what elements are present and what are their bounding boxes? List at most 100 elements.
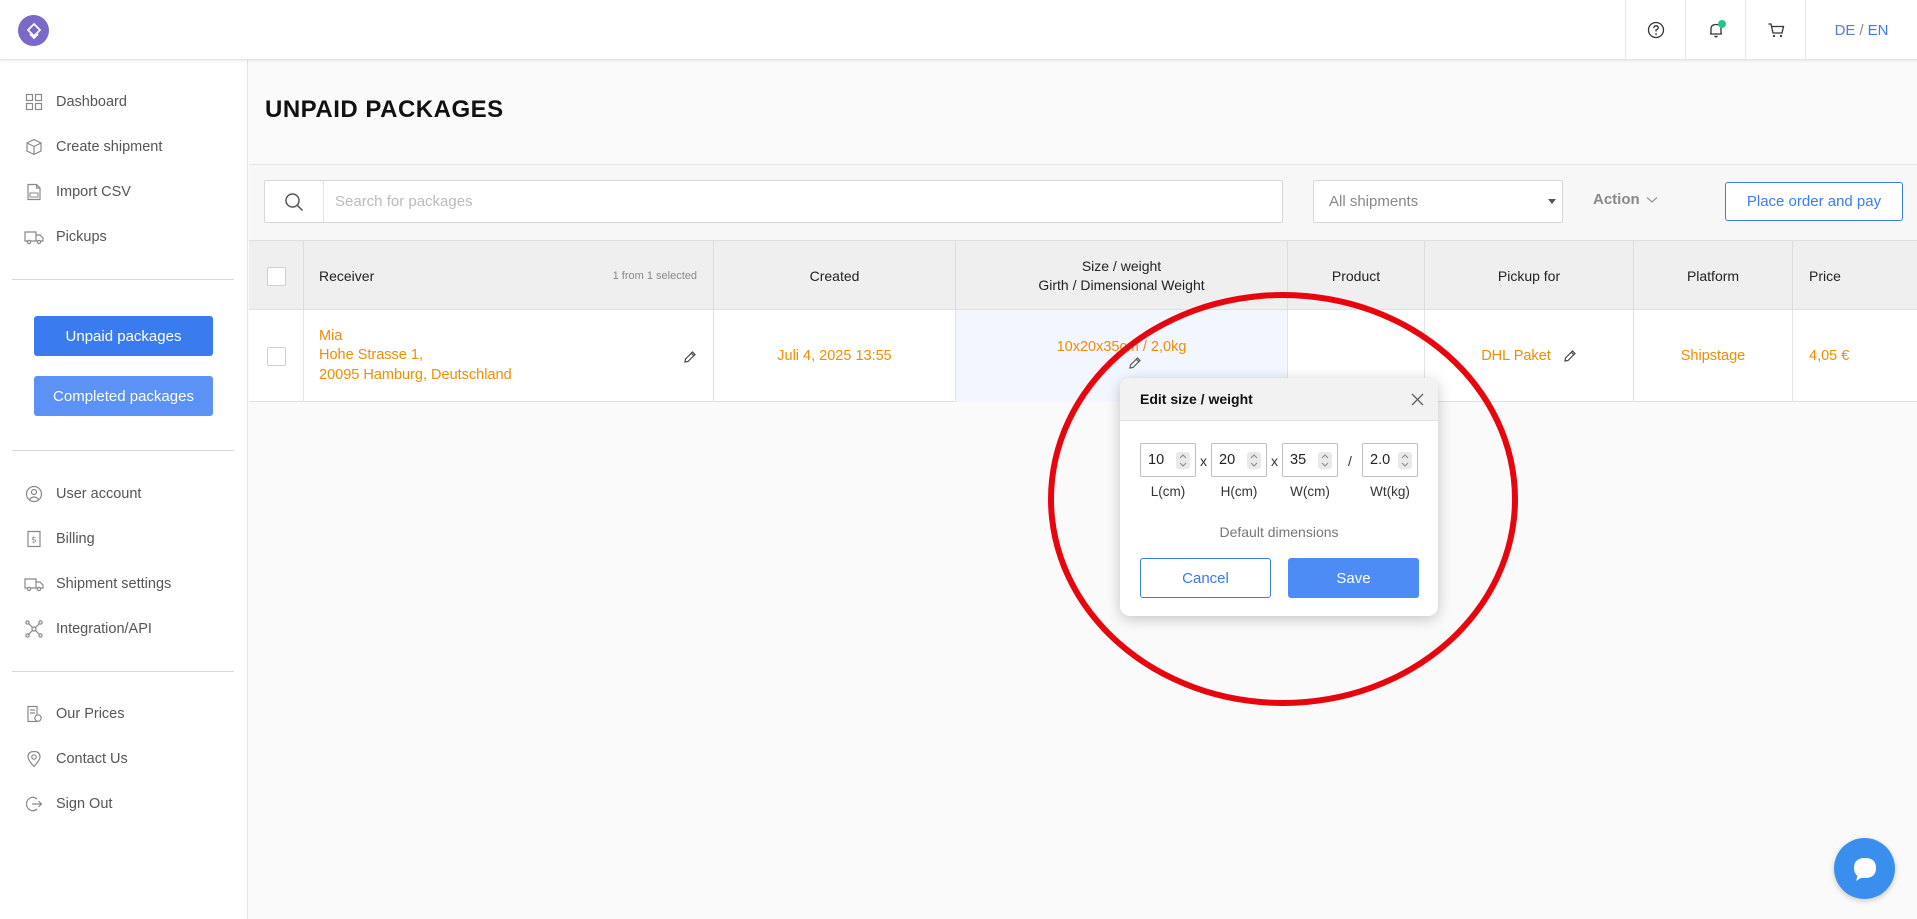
- weight-value: 2.0: [1370, 452, 1391, 468]
- shipments-filter-select[interactable]: All shipments: [1313, 180, 1563, 223]
- language-switcher[interactable]: DE / EN: [1805, 0, 1917, 60]
- sidebar-item-label: User account: [56, 486, 142, 502]
- row-checkbox[interactable]: [266, 346, 286, 366]
- width-value: 35: [1290, 452, 1307, 468]
- spinner-arrows-icon[interactable]: [1176, 452, 1190, 469]
- lang-en[interactable]: EN: [1868, 22, 1889, 39]
- top-bar: DE / EN: [0, 0, 1917, 60]
- sidebar-item-label: Integration/API: [56, 621, 152, 637]
- receiver-street: Hohe Strasse 1,: [319, 347, 423, 364]
- logo-icon: [26, 22, 41, 39]
- location-pin-icon: [24, 749, 44, 769]
- cart-button[interactable]: [1745, 0, 1805, 60]
- sidebar-item-our-prices[interactable]: Our Prices: [24, 702, 125, 726]
- close-button[interactable]: [1408, 390, 1426, 408]
- width-input[interactable]: 35: [1282, 443, 1338, 477]
- header-product[interactable]: Product: [1287, 241, 1424, 311]
- lang-de[interactable]: DE: [1835, 22, 1856, 39]
- height-label: H(cm): [1220, 484, 1258, 499]
- truck-settings-icon: [24, 574, 44, 594]
- weight-label: Wt(kg): [1370, 484, 1410, 499]
- sidebar-divider: [12, 279, 234, 280]
- sidebar-item-shipment-settings[interactable]: Shipment settings: [24, 572, 171, 596]
- header-pickup-for[interactable]: Pickup for: [1424, 241, 1633, 311]
- sidebar-item-contact-us[interactable]: Contact Us: [24, 747, 128, 771]
- chat-button[interactable]: [1834, 838, 1895, 899]
- row-select-cell: [249, 310, 303, 402]
- cell-platform: Shipstage: [1633, 310, 1792, 402]
- pickup-for-value: DHL Paket: [1481, 348, 1551, 364]
- sidebar-item-label: Billing: [56, 531, 95, 547]
- billing-icon: $: [24, 529, 44, 549]
- spinner-arrows-icon[interactable]: [1247, 452, 1261, 469]
- help-icon: [1647, 21, 1664, 39]
- network-icon: [24, 619, 44, 639]
- length-input[interactable]: 10: [1140, 443, 1196, 477]
- notification-dot: [1718, 20, 1726, 28]
- edit-size-pencil-icon[interactable]: [1128, 356, 1142, 370]
- sidebar-item-user-account[interactable]: User account: [24, 482, 141, 506]
- search-box[interactable]: [264, 180, 1283, 223]
- header-size-weight[interactable]: Size / weight Girth / Dimensional Weight: [955, 241, 1287, 311]
- spinner-arrows-icon[interactable]: [1318, 452, 1332, 469]
- caret-down-icon: [1548, 199, 1556, 204]
- lang-separator: /: [1859, 21, 1864, 39]
- sidebar-item-create-shipment[interactable]: Create shipment: [24, 135, 162, 159]
- grid-icon: [24, 92, 44, 112]
- dimension-separator: x: [1271, 453, 1278, 469]
- header-platform[interactable]: Platform: [1633, 241, 1792, 311]
- sidebar-item-pickups[interactable]: Pickups: [24, 225, 107, 249]
- sidebar-item-label: Our Prices: [56, 706, 125, 722]
- table-row[interactable]: Mia Hohe Strasse 1, 20095 Hamburg, Deuts…: [249, 310, 1917, 402]
- header-select-cell: [249, 241, 303, 311]
- receiver-name: Mia: [319, 327, 343, 344]
- height-input[interactable]: 20: [1211, 443, 1267, 477]
- spinner-arrows-icon[interactable]: [1398, 452, 1412, 469]
- help-button[interactable]: [1625, 0, 1685, 60]
- header-receiver[interactable]: Receiver 1 from 1 selected: [303, 241, 713, 311]
- save-button[interactable]: Save: [1288, 558, 1419, 598]
- edit-pickup-pencil-icon[interactable]: [1563, 349, 1577, 363]
- header-receiver-label: Receiver: [319, 267, 375, 284]
- width-label: W(cm): [1290, 484, 1330, 499]
- notifications-button[interactable]: [1685, 0, 1745, 60]
- header-created[interactable]: Created: [713, 241, 955, 311]
- popup-title: Edit size / weight: [1140, 391, 1253, 407]
- header-price[interactable]: Price: [1792, 241, 1917, 311]
- completed-packages-button[interactable]: Completed packages: [34, 376, 213, 416]
- cancel-button[interactable]: Cancel: [1140, 558, 1271, 598]
- page-title: UNPAID PACKAGES: [265, 96, 504, 123]
- height-value: 20: [1219, 452, 1236, 468]
- unpaid-packages-button[interactable]: Unpaid packages: [34, 316, 213, 356]
- search-icon[interactable]: [265, 181, 324, 222]
- action-dropdown[interactable]: Action: [1593, 191, 1658, 208]
- shipments-filter-value: All shipments: [1329, 193, 1419, 210]
- sidebar-item-label: Shipment settings: [56, 576, 172, 592]
- sidebar: Dashboard Create shipment Import CSV Pic…: [0, 60, 248, 919]
- logo[interactable]: [18, 15, 49, 46]
- sidebar-item-label: Create shipment: [56, 139, 163, 155]
- cell-created: Juli 4, 2025 13:55: [713, 310, 955, 402]
- sidebar-item-label: Dashboard: [56, 94, 127, 110]
- sidebar-item-dashboard[interactable]: Dashboard: [24, 90, 127, 114]
- default-dimensions-link[interactable]: Default dimensions: [1120, 524, 1438, 540]
- sidebar-divider: [12, 671, 234, 672]
- sidebar-item-integration-api[interactable]: Integration/API: [24, 617, 152, 641]
- cart-icon: [1768, 23, 1784, 38]
- select-all-checkbox[interactable]: [266, 266, 286, 286]
- length-value: 10: [1148, 452, 1165, 468]
- weight-separator: /: [1348, 453, 1352, 469]
- place-order-button[interactable]: Place order and pay: [1725, 182, 1903, 221]
- csv-file-icon: [24, 182, 44, 202]
- search-input[interactable]: [324, 193, 1224, 210]
- sidebar-item-billing[interactable]: $ Billing: [24, 527, 95, 551]
- sidebar-item-import-csv[interactable]: Import CSV: [24, 180, 131, 204]
- sidebar-item-sign-out[interactable]: Sign Out: [24, 792, 112, 816]
- price-list-icon: [24, 704, 44, 724]
- sidebar-item-label: Contact Us: [56, 751, 128, 767]
- edit-receiver-pencil-icon[interactable]: [683, 350, 697, 364]
- table-header: Receiver 1 from 1 selected Created Size …: [249, 240, 1917, 311]
- dimension-separator: x: [1200, 453, 1207, 469]
- weight-input[interactable]: 2.0: [1362, 443, 1418, 477]
- svg-text:$: $: [31, 536, 37, 546]
